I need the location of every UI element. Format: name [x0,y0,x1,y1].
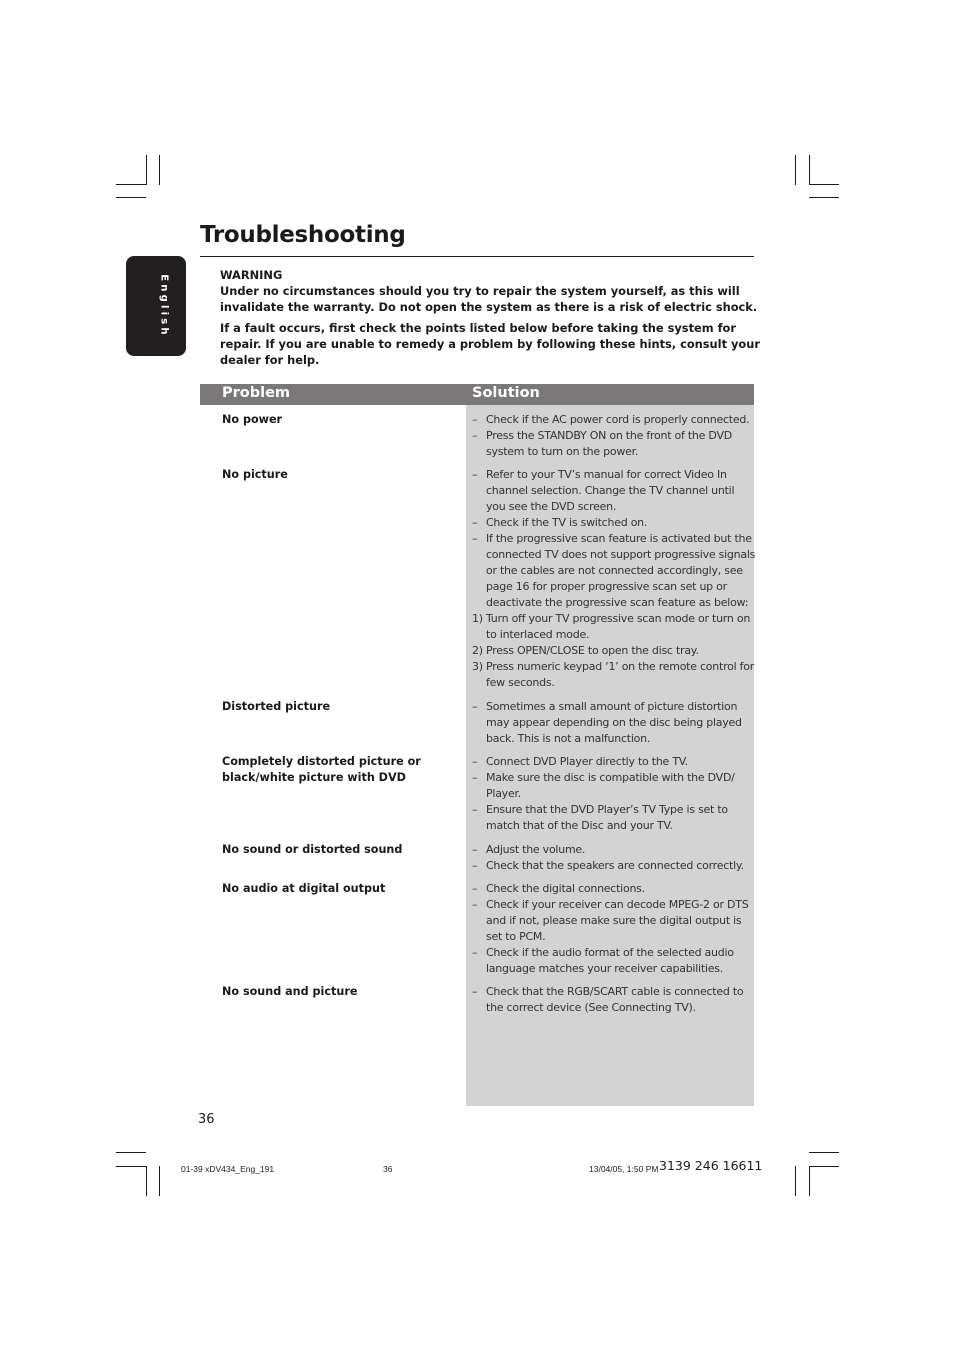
solution-text: Connect DVD Player directly to the TV. [486,755,688,768]
solution-item: – Check if the AC power cord is properly … [472,412,756,428]
list-marker: – [472,468,478,481]
crop-mark [116,184,146,185]
title-divider [200,256,754,257]
crop-mark [116,1152,146,1153]
solution-cell: – Connect DVD Player directly to the TV. –… [472,754,756,834]
solution-item: 2) Press OPEN/CLOSE to open the disc tray… [472,643,756,659]
crop-mark [809,155,810,185]
solution-item: 1) Turn off your TV progressive scan mode… [472,611,756,643]
language-tab: English [126,256,186,356]
list-marker: – [472,859,478,872]
list-marker: – [472,771,478,784]
warning-text: Under no circumstances should you try to… [220,284,758,314]
solution-text: If the progressive scan feature is activ… [486,532,756,609]
solution-cell: – Check that the RGB/SCART cable is conne… [472,984,756,1016]
solution-text: Check that the speakers are connected co… [486,859,744,872]
page-number: 36 [198,1112,215,1127]
crop-mark [809,197,839,198]
solution-text: Check the digital connections. [486,882,645,895]
solution-item: – Check the digital connections. [472,881,756,897]
solution-item: – Check if your receiver can decode MPEG-… [472,897,756,945]
list-marker: – [472,843,478,856]
solution-text: Refer to your TV’s manual for correct Vi… [486,468,735,513]
list-marker: – [472,755,478,768]
page-title: Troubleshooting [200,222,406,248]
list-marker: – [472,516,478,529]
crop-mark [809,1166,810,1196]
solution-item: – Check if the TV is switched on. [472,515,756,531]
solution-text: Turn off your TV progressive scan mode o… [486,612,751,641]
problem-cell: No sound and picture [222,985,358,998]
column-header-solution: Solution [472,385,540,401]
solution-text: Check if your receiver can decode MPEG-2… [486,898,749,943]
solution-item: – Adjust the volume. [472,842,756,858]
solution-text: Press OPEN/CLOSE to open the disc tray. [486,644,699,657]
crop-mark [146,155,147,185]
crop-mark [116,197,146,198]
crop-mark [116,1166,146,1167]
warning-block: WARNING Under no circumstances should yo… [220,267,760,373]
solution-text: Ensure that the DVD Player’s TV Type is … [486,803,728,832]
solution-cell: – Sometimes a small amount of picture dis… [472,699,756,747]
solution-text: Sometimes a small amount of picture dist… [486,700,742,745]
crop-mark [795,155,796,185]
problem-cell: No sound or distorted sound [222,843,403,856]
crop-mark [809,1166,839,1167]
problem-cell: Distorted picture [222,700,331,713]
solution-cell: – Check if the AC power cord is properly … [472,412,756,460]
solution-item: – Connect DVD Player directly to the TV. [472,754,756,770]
solution-item: – If the progressive scan feature is acti… [472,531,756,611]
crop-mark [809,184,839,185]
crop-mark [795,1166,796,1196]
solution-item: – Press the STANDBY ON on the front of th… [472,428,756,460]
footer-page: 36 [383,1164,393,1174]
problem-cell: No power [222,413,283,426]
solution-item: – Sometimes a small amount of picture dis… [472,699,756,747]
solution-text: Check that the RGB/SCART cable is connec… [486,985,744,1014]
solution-item: – Check that the speakers are connected c… [472,858,756,874]
solution-text: Press the STANDBY ON on the front of the… [486,429,732,458]
solution-item: – Ensure that the DVD Player’s TV Type is… [472,802,756,834]
list-marker: – [472,700,478,713]
solution-cell: – Refer to your TV’s manual for correct V… [472,467,756,691]
list-marker: – [472,429,478,442]
list-marker: – [472,985,478,998]
solution-item: – Check that the RGB/SCART cable is conne… [472,984,756,1016]
list-marker: 2) [472,644,483,657]
problem-cell: Completely distorted picture or black/wh… [222,755,421,784]
crop-mark [159,1166,160,1196]
footer-file: 01-39 xDV434_Eng_191 [181,1164,275,1174]
solution-text: Check if the audio format of the selecte… [486,946,734,975]
solution-cell: – Check the digital connections. – Check if… [472,881,756,977]
list-marker: – [472,946,478,959]
list-marker: 1) [472,612,483,625]
list-marker: – [472,803,478,816]
solution-text: Check if the AC power cord is properly c… [486,413,750,426]
crop-mark [809,1152,839,1153]
crop-mark [146,1166,147,1196]
problem-cell: No picture [222,468,288,481]
footer-timestamp: 13/04/05, 1:50 PM [589,1164,659,1174]
solution-text: Check if the TV is switched on. [486,516,648,529]
solution-item: – Refer to your TV’s manual for correct V… [472,467,756,515]
warning-advice: If a fault occurs, first check the point… [220,321,760,367]
solution-text: Adjust the volume. [486,843,586,856]
solution-cell: – Adjust the volume. – Check that the speak… [472,842,756,874]
solution-item: – Make sure the disc is compatible with t… [472,770,756,802]
footer-product-code: 3139 246 16611 [659,1158,763,1173]
solution-item: 3) Press numeric keypad ‘1’ on the remote… [472,659,756,691]
language-tab-label: English [158,274,170,338]
column-header-problem: Problem [222,385,291,401]
list-marker: – [472,898,478,911]
problem-cell: No audio at digital output [222,882,386,895]
warning-heading: WARNING [220,268,283,282]
solution-text: Press numeric keypad ‘1’ on the remote c… [486,660,755,689]
crop-mark [159,155,160,185]
list-marker: 3) [472,660,483,673]
list-marker: – [472,413,478,426]
list-marker: – [472,882,478,895]
solution-item: – Check if the audio format of the select… [472,945,756,977]
list-marker: – [472,532,478,545]
solution-text: Make sure the disc is compatible with th… [486,771,735,800]
